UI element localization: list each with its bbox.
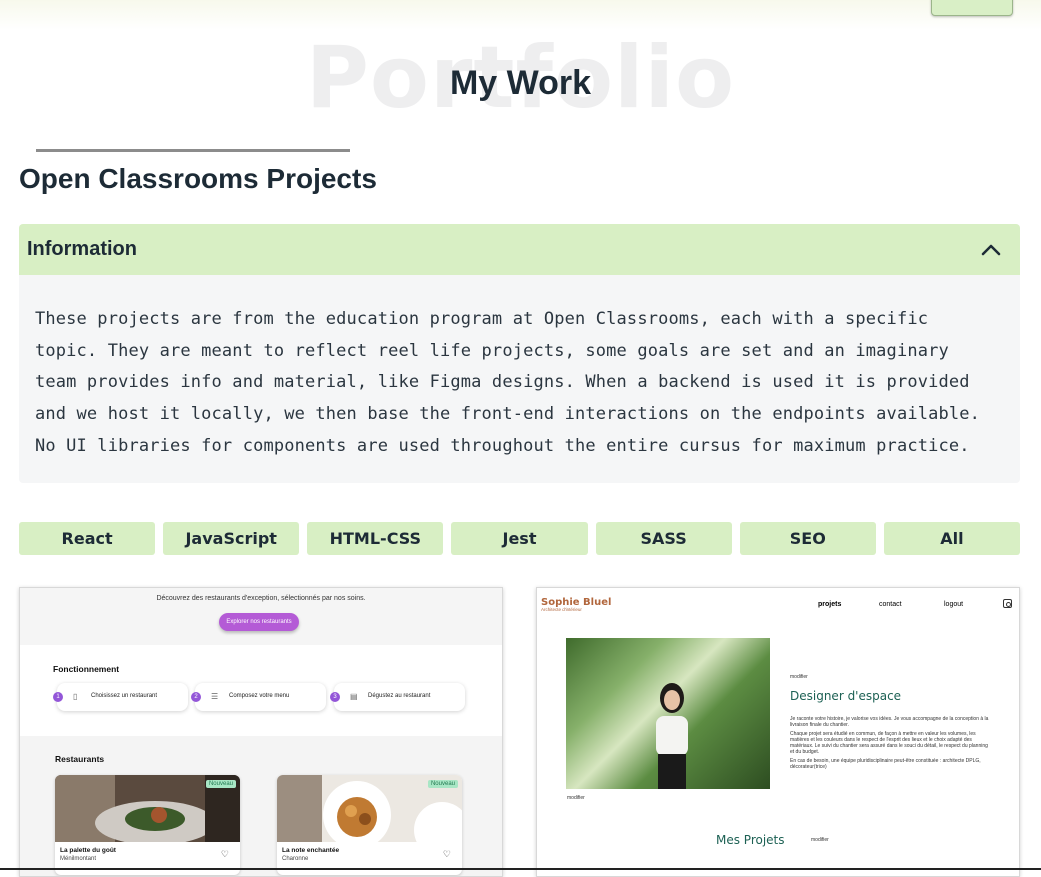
nav-contact: contact [879,601,902,608]
nav-logout: logout [944,601,964,608]
paragraph: Chaque projet sera étudié en commun, de … [790,731,988,755]
filter-react[interactable]: React [19,522,156,555]
sophie-headline: Designer d'espace [790,689,902,703]
edit-link: modifier [811,837,829,843]
filter-all[interactable]: All [883,522,1020,555]
top-bar [0,0,1041,30]
projects-heading: Mes Projets [716,833,785,847]
new-badge: Nouveau [427,780,458,788]
step-label: Choisissez un restaurant [91,693,158,699]
information-text: These projects are from the education pr… [35,309,981,456]
restaurant-card: Nouveau La palette du goût Ménilmontant … [55,775,240,875]
information-accordion-body: These projects are from the education pr… [19,275,1020,483]
filter-javascript[interactable]: JavaScript [163,522,300,555]
sophie-description: Je raconte votre histoire, je valorise v… [790,716,990,770]
store-icon: ▤ [350,692,358,701]
explore-restaurants-button: Explorer nos restaurants [219,613,299,631]
paragraph: En cas de besoin, une équipe pluridiscip… [790,758,981,770]
top-nav-button[interactable] [931,0,1013,16]
restaurant-name: La note enchantée [282,847,340,854]
step-card: 1 ▯ Choisissez un restaurant [53,683,188,711]
restaurant-location: Ménilmontant [60,856,97,862]
new-badge: Nouveau [205,780,236,788]
person-silhouette [656,683,688,789]
step-number: 1 [53,692,63,702]
project-card-sophie-bluel[interactable]: Sophie Bluel Architecte d'intérieur proj… [536,587,1020,877]
edit-link: modifier [790,674,808,680]
filter-seo[interactable]: SEO [739,522,876,555]
step-card: 2 ☰ Composez votre menu [191,683,326,711]
restaurant-card: Nouveau La note enchantée Charonne ♡ [277,775,462,875]
section-divider [36,149,350,152]
filter-bar: React JavaScript HTML-CSS Jest SASS SEO … [19,522,1020,555]
restaurants-title: Restaurants [55,754,105,764]
heart-icon: ♡ [442,849,451,859]
sophie-subtitle: Architecte d'intérieur [541,607,582,612]
step-number: 3 [330,692,340,702]
filter-jest[interactable]: Jest [451,522,588,555]
restaurant-tagline: Découvrez des restaurants d'exception, s… [156,595,366,602]
project-card-restaurant[interactable]: Découvrez des restaurants d'exception, s… [19,587,503,877]
restaurant-hero: Découvrez des restaurants d'exception, s… [20,588,502,645]
page-title: My Work [449,64,592,102]
architect-photo [566,638,770,789]
step-label: Dégustez au restaurant [368,693,431,699]
filter-sass[interactable]: SASS [595,522,732,555]
restaurant-location: Charonne [282,856,309,862]
edit-link: modifier [567,795,585,801]
section-title: Open Classrooms Projects [19,163,377,194]
phone-icon: ▯ [73,692,78,701]
how-it-works-title: Fonctionnement [53,664,120,674]
step-number: 2 [191,692,201,702]
chevron-up-icon[interactable] [979,238,1003,262]
restaurant-name: La palette du goût [60,847,116,854]
information-accordion-header[interactable]: Information [19,224,1020,275]
list-icon: ☰ [211,692,219,701]
instagram-icon [1003,599,1012,608]
accordion-label: Information [27,238,137,260]
filter-html-css[interactable]: HTML-CSS [307,522,444,555]
heart-icon: ♡ [220,849,229,859]
step-card: 3 ▤ Dégustez au restaurant [330,683,465,711]
paragraph: Je raconte votre histoire, je valorise v… [790,716,989,728]
nav-projects: projets [818,601,842,608]
step-label: Composez votre menu [229,693,290,699]
